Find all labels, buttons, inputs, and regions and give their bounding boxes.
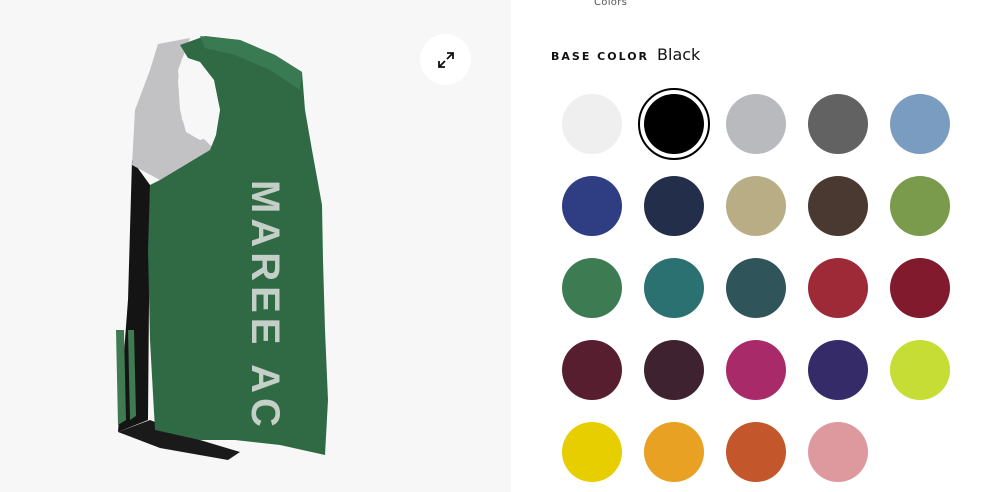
base-color-heading: BASE COLOR Black bbox=[551, 45, 700, 64]
color-swatch[interactable] bbox=[644, 176, 704, 236]
color-swatch[interactable] bbox=[808, 422, 868, 482]
color-swatch[interactable] bbox=[562, 422, 622, 482]
color-swatch[interactable] bbox=[808, 176, 868, 236]
color-swatch[interactable] bbox=[890, 258, 950, 318]
expand-button[interactable] bbox=[420, 34, 471, 85]
color-swatch[interactable] bbox=[562, 176, 622, 236]
color-swatch[interactable] bbox=[726, 176, 786, 236]
base-color-title: BASE COLOR bbox=[551, 50, 650, 63]
color-swatch[interactable] bbox=[890, 94, 950, 154]
color-swatch[interactable] bbox=[562, 94, 622, 154]
color-swatch[interactable] bbox=[726, 94, 786, 154]
colors-tab-label[interactable]: Colors bbox=[594, 0, 627, 8]
color-swatch[interactable] bbox=[808, 94, 868, 154]
jersey-lettering: MAREE AC bbox=[243, 180, 287, 432]
color-swatch[interactable] bbox=[890, 340, 950, 400]
expand-arrows-icon bbox=[437, 51, 454, 68]
color-swatch[interactable] bbox=[644, 422, 704, 482]
color-swatch[interactable] bbox=[890, 176, 950, 236]
color-swatch[interactable] bbox=[808, 258, 868, 318]
color-swatch[interactable] bbox=[562, 258, 622, 318]
product-preview: MAREE AC bbox=[0, 0, 511, 492]
color-swatch[interactable] bbox=[808, 340, 868, 400]
color-swatch-fill bbox=[644, 94, 704, 154]
color-swatch[interactable] bbox=[644, 340, 704, 400]
options-panel: Colors BASE COLOR Black bbox=[511, 0, 997, 492]
color-swatch[interactable] bbox=[726, 422, 786, 482]
color-swatch[interactable] bbox=[726, 340, 786, 400]
base-color-value: Black bbox=[657, 45, 701, 64]
color-swatch[interactable] bbox=[726, 258, 786, 318]
color-swatch[interactable] bbox=[644, 258, 704, 318]
color-swatch[interactable] bbox=[638, 88, 710, 160]
color-swatch[interactable] bbox=[562, 340, 622, 400]
